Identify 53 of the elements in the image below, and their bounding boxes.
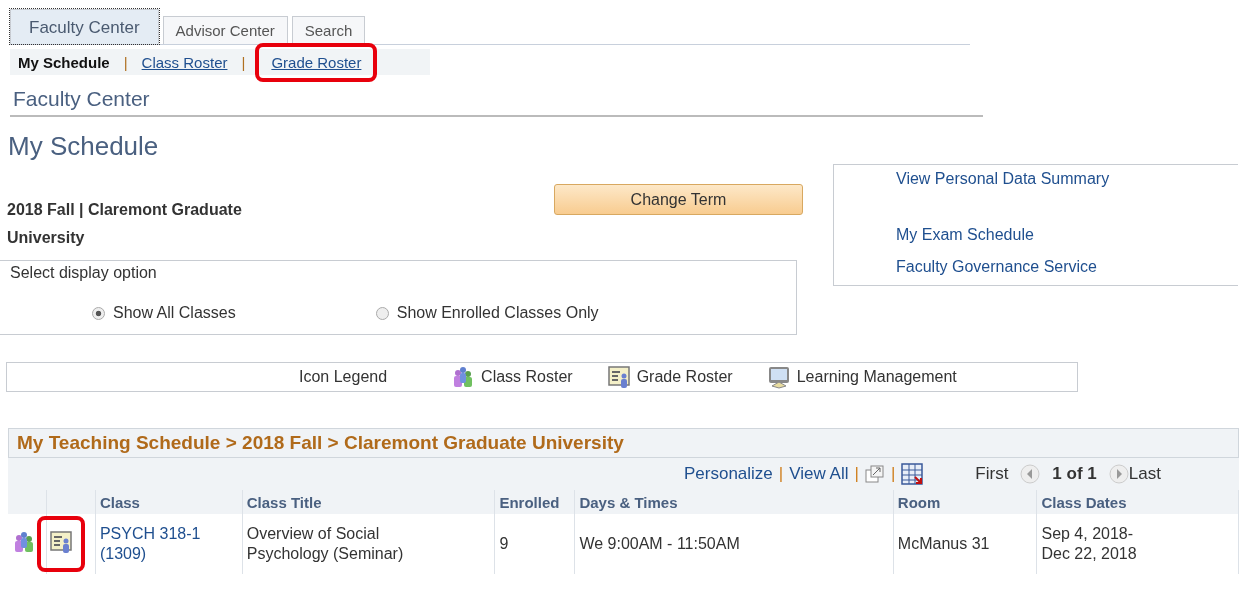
term-label: 2018 Fall | Claremont Graduate University [6, 200, 243, 248]
grid-title: My Teaching Schedule > 2018 Fall > Claremont Graduate University [8, 428, 1239, 458]
page-header: Faculty Center [10, 83, 983, 117]
toolbar-link[interactable]: View All [789, 464, 849, 484]
monitor-icon [766, 365, 791, 389]
column-header: Class Title [242, 490, 495, 514]
last-label: Last [1128, 464, 1161, 484]
tab[interactable]: Faculty Center [10, 9, 159, 44]
change-term-button[interactable]: Change Term [554, 184, 803, 215]
column-header: Days & Times [574, 490, 894, 514]
next-button[interactable] [1108, 464, 1129, 484]
table-cell-text: Sep 4, 2018- Dec 22, 2018 [1041, 524, 1138, 564]
separator: | [889, 464, 897, 484]
option-label[interactable]: Show All Classes [113, 304, 236, 322]
radio-button[interactable] [92, 306, 105, 320]
people-icon[interactable] [12, 529, 36, 554]
link[interactable]: View Personal Data Summary [896, 167, 1238, 191]
column-header: Room [893, 490, 1037, 514]
roster-sheet-icon [606, 365, 631, 389]
display-option-label: Select display option [9, 263, 158, 282]
page-title: My Schedule [8, 131, 160, 162]
table-cell-text: 9 [499, 534, 510, 554]
legend-text: Learning Management [796, 368, 957, 386]
table-cell-text: McManus 31 [897, 534, 991, 554]
first-label: First [975, 464, 1009, 484]
radio-button[interactable] [375, 306, 389, 320]
column-header: Class [95, 490, 243, 514]
subnav-link[interactable]: My Schedule [10, 53, 116, 71]
option-label[interactable]: Show Enrolled Classes Only [396, 304, 599, 322]
zoom-window-icon[interactable] [864, 465, 885, 483]
legend-text: Grade Roster [636, 368, 733, 386]
spreadsheet-download-icon[interactable] [901, 463, 924, 485]
toolbar-link[interactable]: Personalize [684, 464, 773, 484]
roster-sheet-icon[interactable] [48, 530, 73, 554]
tab[interactable]: Advisor Center [162, 16, 288, 44]
class-link[interactable]: PSYCH 318-1 (1309) [99, 524, 210, 564]
separator: | [122, 53, 129, 71]
subnav-link[interactable]: Grade Roster [265, 53, 368, 71]
separator: | [777, 464, 785, 484]
link[interactable]: Faculty Governance Service [896, 255, 1238, 279]
column-header: Class Dates [1036, 490, 1239, 514]
previous-button[interactable] [1020, 464, 1041, 484]
column-header: Enrolled [494, 490, 575, 514]
separator: | [853, 464, 860, 484]
page-range: 1 of 1 [1052, 464, 1097, 484]
legend-text: Class Roster [481, 368, 573, 386]
subnav-link[interactable]: Class Roster [135, 53, 234, 71]
legend-label: Icon Legend [299, 368, 388, 386]
link[interactable]: My Exam Schedule [896, 223, 1238, 247]
table-cell-text: We 9:00AM - 11:50AM [579, 534, 741, 554]
tab[interactable]: Search [291, 16, 366, 44]
separator: | [240, 53, 247, 71]
table-cell-text: Overview of Social Psychology (Seminar) [246, 524, 405, 564]
